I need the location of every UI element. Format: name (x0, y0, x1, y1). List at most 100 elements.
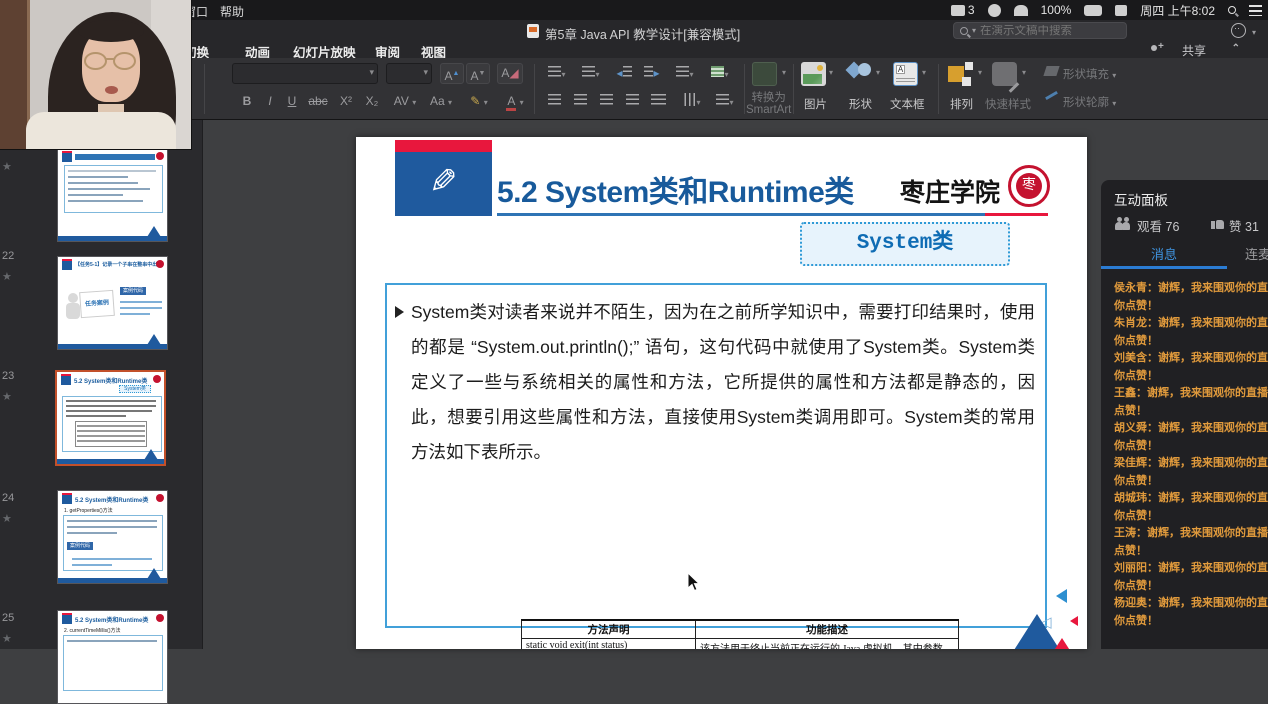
tab-mic-connect[interactable]: 连麦 (1245, 244, 1268, 263)
highlight-color-button[interactable]: ✎ ▾ (462, 91, 496, 112)
shapes-button[interactable]: 形状 (849, 96, 872, 112)
chat-message: 侯永青：谢辉，我来围观你的直播啦，给你点赞！ (1114, 280, 1268, 315)
share-person-icon (1150, 45, 1162, 54)
search-input[interactable] (980, 25, 1110, 37)
arrange-button[interactable]: 排列 (950, 96, 973, 112)
system-methods-table[interactable]: 方法声明 功能描述 static void exit(int status)该方… (521, 619, 959, 649)
thumb-heading: 1. getProperties()方法 (64, 507, 162, 514)
shape-fill-button[interactable]: 形状填充 ▾ (1063, 66, 1116, 82)
table-row: static void exit(int status)该方法用于终止当前正在运… (522, 639, 959, 650)
document-title: 第5章 Java API 教学设计[兼容模式] (545, 24, 740, 43)
quick-styles-icon (992, 62, 1017, 86)
tab-messages[interactable]: 消息 (1151, 244, 1177, 263)
slide-thumbnail-24[interactable]: 5.2 System类和Runtime类 1. getProperties()方… (57, 490, 168, 584)
slide-body-text: System类对读者来说并不陌生，因为在之前所学知识中，需要打印结果时，使用的都… (411, 295, 1035, 470)
arrange-icon (948, 62, 973, 86)
collapse-ribbon-icon[interactable]: ⌃ (1232, 43, 1240, 54)
change-case-button[interactable]: Aa ▾ (424, 91, 458, 112)
slide-canvas[interactable]: ✎ 5.2 System类和Runtime类 枣庄学院 枣 System类 Sy… (356, 137, 1087, 649)
search-icon (960, 27, 968, 35)
slide-thumbnail-21[interactable] (57, 148, 168, 242)
font-color-button[interactable]: A ▾ (500, 91, 530, 112)
viewer-count: 观看 76 (1137, 216, 1179, 235)
convert-smartart-button[interactable]: 转换为SmartArt (746, 92, 791, 116)
grow-font-button[interactable]: A▲ (440, 63, 464, 84)
columns-button[interactable]: ▾ (676, 91, 708, 112)
bold-button[interactable]: B (236, 91, 258, 112)
increase-indent-button[interactable]: ▸ (640, 63, 664, 84)
thumb-badge: 案例代码 (120, 287, 146, 295)
smartart-icon (752, 62, 777, 86)
justify-button[interactable] (620, 91, 644, 112)
camera-status-item[interactable]: 3 (951, 3, 975, 17)
chat-message: 胡义舜：谢辉，我来围观你的直播啦，给你点赞！ (1114, 420, 1268, 455)
title-underline-red (985, 213, 1048, 216)
presentation-search[interactable]: ▾ (953, 22, 1127, 39)
umbrella-icon[interactable] (1014, 5, 1028, 16)
thumb-title: 5.2 System类和Runtime类 (74, 376, 160, 385)
slide-thumbnail-22[interactable]: 【任务5-1】记录一个子串在整串中出现的次数 任务案例 案例代码 (57, 256, 168, 350)
viewers-icon (1115, 218, 1132, 230)
font-size-combo[interactable] (386, 63, 432, 84)
active-tab-indicator (1101, 266, 1227, 269)
like-icon[interactable] (1211, 217, 1224, 229)
numbering-button[interactable]: ▾ (576, 63, 606, 84)
share-button[interactable]: 共享 (1182, 42, 1206, 59)
slide-title[interactable]: 5.2 System类和Runtime类 (497, 167, 854, 211)
display-icon[interactable] (1115, 5, 1127, 16)
thumb-heading: 2. currentTimeMillis()方法 (64, 627, 162, 634)
picture-icon (801, 62, 826, 86)
superscript-button[interactable]: X² (334, 91, 358, 112)
list-bullet-icon (395, 306, 404, 318)
slide-body-textbox[interactable]: System类对读者来说并不陌生，因为在之前所学知识中，需要打印结果时，使用的都… (385, 283, 1047, 628)
prev-arrow-icon[interactable] (1056, 589, 1067, 603)
smartart-dropdown-icon[interactable]: ▾ (782, 68, 786, 77)
align-left-button[interactable] (542, 91, 566, 112)
shape-outline-button[interactable]: 形状轮廓 ▾ (1063, 94, 1116, 110)
slide-thumbnail-23-selected[interactable]: 5.2 System类和Runtime类 System类 (55, 370, 166, 466)
character-spacing-button[interactable]: AV ▾ (388, 91, 422, 112)
table-button[interactable]: ▾ (704, 63, 736, 84)
clear-formatting-button[interactable]: A◢ (497, 63, 523, 84)
menu-help[interactable]: 帮助 (220, 3, 244, 20)
like-count: 赞 31 (1229, 216, 1259, 235)
underline-button[interactable]: U (282, 91, 302, 112)
align-right-button[interactable] (594, 91, 618, 112)
star-icon: ★ (2, 270, 12, 283)
subscript-button[interactable]: X₂ (360, 91, 384, 112)
font-name-combo[interactable] (232, 63, 378, 84)
chat-message: 杨迎奥：谢辉，我来围观你的直播啦，给你点赞！ (1114, 595, 1268, 630)
camera-icon (951, 5, 965, 16)
slide-thumbnail-25[interactable]: 5.2 System类和Runtime类 2. currentTimeMilli… (57, 610, 168, 704)
shapes-icon (847, 62, 872, 86)
textbox-button[interactable]: 文本框 (890, 96, 925, 112)
bullets-button[interactable]: ▾ (542, 63, 572, 84)
text-direction-button[interactable]: ▾ (710, 91, 740, 112)
line-spacing-button[interactable]: ▾ (670, 63, 700, 84)
feedback-smiley-icon[interactable] (1231, 23, 1246, 38)
menubar-clock[interactable]: 周四 上午8:02 (1140, 2, 1215, 19)
star-icon: ★ (2, 632, 12, 645)
strikethrough-button[interactable]: abc (304, 91, 332, 112)
chat-message: 王涛：谢辉，我来围观你的直播啦，给你点赞！ (1114, 525, 1268, 560)
picture-button[interactable]: 图片 (804, 96, 827, 112)
decrease-indent-button[interactable]: ◂ (612, 63, 636, 84)
control-center-icon[interactable] (1249, 5, 1262, 16)
quick-styles-button[interactable]: 快速样式 (985, 96, 1031, 112)
chat-message-list[interactable]: 侯永青：谢辉，我来围观你的直播啦，给你点赞！ 朱肖龙：谢辉，我来围观你的直播啦，… (1114, 280, 1268, 630)
italic-button[interactable]: I (260, 91, 280, 112)
align-center-button[interactable] (568, 91, 592, 112)
thumb-sys-badge: System类 (119, 385, 151, 393)
smiley-chevron-icon[interactable]: ▾ (1252, 28, 1256, 37)
compass-icon[interactable] (988, 4, 1001, 17)
mouse-cursor (687, 572, 701, 592)
distribute-button[interactable] (646, 91, 670, 112)
spotlight-icon[interactable] (1228, 6, 1236, 14)
chat-message: 刘美含：谢辉，我来围观你的直播啦，给你点赞！ (1114, 350, 1268, 385)
battery-percent[interactable]: 100% (1041, 3, 1072, 17)
system-class-badge[interactable]: System类 (800, 222, 1010, 266)
chat-message: 胡城玮：谢辉，我来围观你的直播啦，给你点赞！ (1114, 490, 1268, 525)
chat-message: 王鑫：谢辉，我来围观你的直播啦，给你点赞！ (1114, 385, 1268, 420)
shrink-font-button[interactable]: A▼ (466, 63, 490, 84)
star-icon: ★ (2, 160, 12, 173)
